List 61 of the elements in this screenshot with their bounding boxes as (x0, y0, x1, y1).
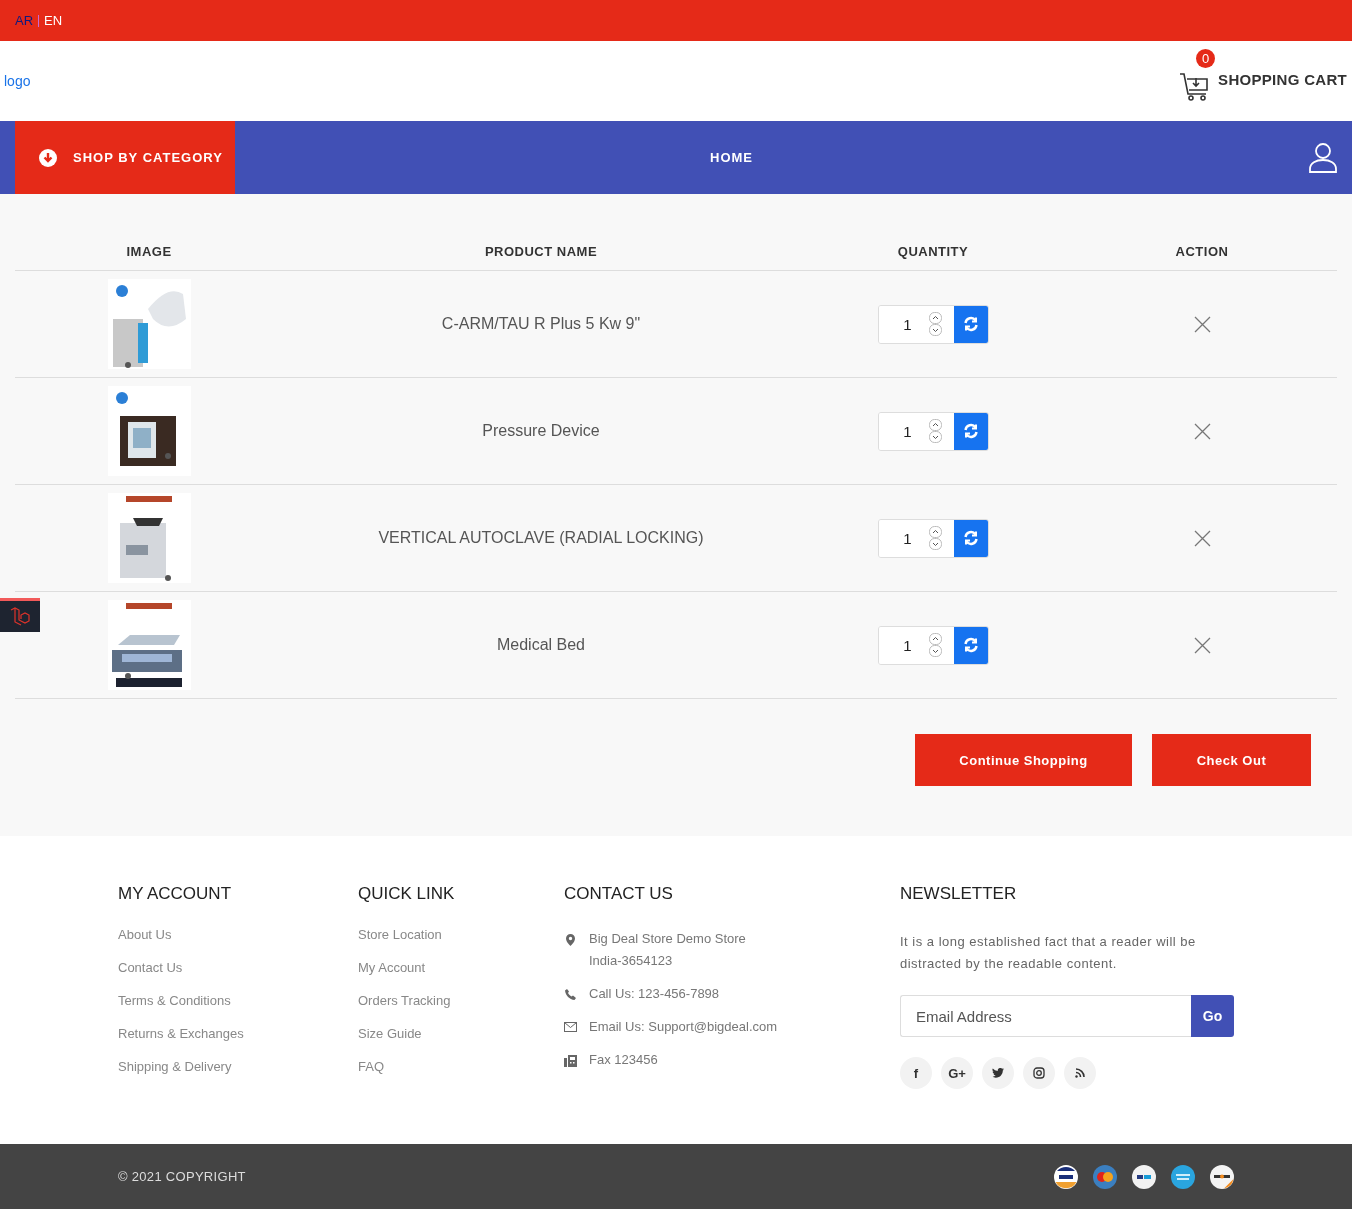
fax-icon (564, 1055, 577, 1067)
facebook-link[interactable]: f (900, 1057, 932, 1089)
column-header: QUANTITY (896, 243, 970, 259)
column-header: PRODUCT NAME (483, 243, 599, 259)
footer-link[interactable]: Shipping & Delivery (118, 1059, 358, 1075)
product-name[interactable]: Pressure Device (482, 422, 600, 440)
footer-heading: QUICK LINK (358, 884, 456, 904)
contact-text: Call Us: 123-456-7898 (589, 986, 720, 1002)
remove-icon[interactable] (1193, 529, 1211, 547)
go-button[interactable]: Go (1191, 995, 1234, 1037)
continue-shopping-button[interactable]: Continue Shopping (915, 734, 1132, 786)
cube-icon (9, 605, 31, 628)
cart-count-badge: 0 (1196, 49, 1216, 68)
footer-link[interactable]: Contact Us (118, 960, 358, 976)
envelope-icon (564, 1022, 577, 1032)
footer-link[interactable]: About Us (118, 927, 358, 943)
footer-heading: CONTACT US (564, 884, 674, 904)
arrow-down-circle-icon (39, 148, 57, 167)
footer-link[interactable]: Size Guide (358, 1026, 564, 1042)
payment-card-icon (1171, 1164, 1195, 1189)
newsletter-text: It is a long established fact that a reader will be distracted by the readable content. (900, 933, 1197, 973)
shop-by-category-button[interactable]: SHOP BY CATEGORY (15, 121, 235, 194)
checkout-button[interactable]: Check Out (1152, 734, 1311, 786)
product-name[interactable]: Medical Bed (496, 636, 585, 654)
google-plus-link[interactable]: G+ (941, 1057, 973, 1089)
payment-card-icon (1210, 1164, 1234, 1189)
contact-text: India-3654123 (589, 953, 674, 969)
user-icon[interactable] (1308, 141, 1338, 174)
contact-text: Fax 123456 (589, 1052, 658, 1068)
logo-link[interactable]: logo (4, 73, 31, 89)
bird-icon[interactable] (982, 1057, 1014, 1089)
remove-icon[interactable] (1193, 422, 1211, 440)
shopping-cart-label[interactable]: SHOPPING CART (1218, 70, 1347, 88)
copyright-text: © 2021 COPYRIGHT (118, 1169, 246, 1184)
footer-heading: NEWSLETTER (900, 884, 1018, 904)
product-name[interactable]: C-ARM/TAU R Plus 5 Kw 9" (441, 315, 641, 333)
column-header: IMAGE (125, 243, 173, 259)
map-pin-icon (564, 934, 577, 946)
contact-text: Big Deal Store Demo Store (589, 931, 746, 947)
footer-link[interactable]: Store Location (358, 927, 564, 943)
footer-link[interactable]: Returns & Exchanges (118, 1026, 358, 1042)
phone-icon (564, 989, 577, 1000)
floating-widget[interactable] (0, 598, 40, 632)
footer-link[interactable]: My Account (358, 960, 564, 976)
nav-link[interactable]: HOME (710, 150, 753, 165)
payment-card-icon (1054, 1164, 1078, 1189)
instagram-icon[interactable] (1023, 1057, 1055, 1089)
payment-card-icon (1132, 1164, 1156, 1189)
column-header: ACTION (1174, 243, 1230, 259)
footer-link[interactable]: Terms & Conditions (118, 993, 358, 1009)
footer-heading: MY ACCOUNT (118, 884, 233, 904)
language-link[interactable]: EN (44, 13, 63, 28)
footer-link[interactable]: FAQ (358, 1059, 564, 1075)
remove-icon[interactable] (1193, 636, 1211, 654)
footer-link[interactable]: Orders Tracking (358, 993, 564, 1009)
payment-card-icon (1093, 1164, 1117, 1189)
remove-icon[interactable] (1193, 315, 1211, 333)
contact-text: Email Us: Support@bigdeal.com (589, 1019, 778, 1035)
product-name[interactable]: VERTICAL AUTOCLAVE (RADIAL LOCKING) (378, 529, 704, 547)
rss-icon[interactable] (1064, 1057, 1096, 1089)
email-field[interactable]: Email Address (900, 995, 1191, 1037)
